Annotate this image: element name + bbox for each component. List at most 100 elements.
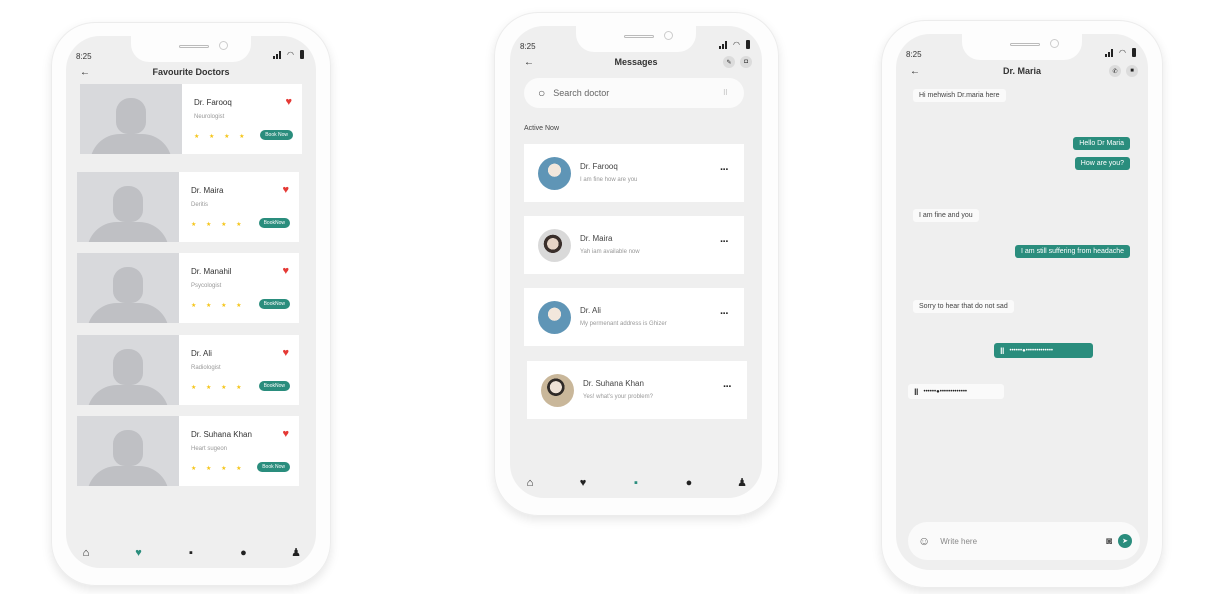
status-time: 8:25 (906, 50, 922, 59)
conversation-item[interactable]: Dr. Maira Yah iam available now ··· (524, 216, 744, 274)
heart-nav-icon[interactable]: ♥ (575, 477, 591, 489)
phone-chat: 8:25 ◠ ← Dr. Maria ✆ ■ Hi mehwish Dr.mar… (881, 20, 1163, 588)
message-composer[interactable]: ☺ Write here ◙ ➤ (908, 522, 1140, 560)
book-now-button[interactable]: Book Now (260, 130, 293, 140)
phone-favourites: 8:25 ◠ ← Favourite Doctors Dr. Farooq Ne… (51, 22, 331, 586)
heart-icon[interactable]: ♥ (282, 184, 289, 196)
more-icon[interactable]: ··· (720, 164, 729, 176)
doctor-photo-placeholder (77, 172, 179, 242)
doctor-photo-placeholder (77, 335, 179, 405)
heart-icon[interactable]: ♥ (282, 347, 289, 359)
emoji-icon[interactable]: ☺ (918, 534, 930, 548)
rating-stars: ★ ★ ★ ★ (191, 385, 246, 391)
waveform: ••••••●••••••••••••• (923, 388, 968, 395)
message-input[interactable]: Write here (940, 537, 1106, 546)
more-icon[interactable]: ··· (720, 308, 729, 320)
doctor-card[interactable]: Dr. Maira Deritis ★ ★ ★ ★ ♥ BookNow (77, 172, 299, 242)
bottom-nav: ⌂ ♥ ▪ ● ♟ (510, 476, 762, 490)
avatar (538, 229, 571, 262)
back-arrow-icon[interactable]: ← (910, 66, 920, 77)
send-icon[interactable]: ➤ (1118, 534, 1132, 548)
profile-icon[interactable]: ♟ (734, 476, 750, 489)
doctor-name: Dr. Manahil (191, 267, 232, 276)
message-bubble-outgoing: Hello Dr Maria (1073, 137, 1130, 150)
page-title: Dr. Maria (1002, 66, 1042, 76)
voice-message-outgoing[interactable]: ‖ ••••••●••••••••••••• (994, 343, 1093, 358)
doctor-specialty: Psycologist (191, 283, 222, 289)
heart-icon[interactable]: ♥ (282, 428, 289, 440)
phone-messages: 8:25 ◠ ← Messages ✎ ◘ ○ Search doctor ⠿ … (494, 12, 779, 516)
pause-icon[interactable]: ‖ (1000, 346, 1004, 356)
wifi-icon: ◠ (1119, 48, 1126, 57)
book-now-button[interactable]: BookNow (258, 381, 290, 391)
home-icon[interactable]: ⌂ (78, 547, 94, 559)
message-bubble-outgoing: I am still suffering from headache (1015, 245, 1130, 258)
book-now-button[interactable]: Book Now (257, 462, 290, 472)
heart-nav-icon[interactable]: ♥ (131, 547, 147, 559)
avatar (538, 301, 571, 334)
doctor-name: Dr. Suhana Khan (191, 430, 252, 439)
status-bar: 8:25 ◠ (896, 34, 1148, 64)
waveform: ••••••●••••••••••••• (1009, 347, 1054, 354)
more-icon[interactable]: ··· (720, 236, 729, 248)
bottom-nav: ⌂ ♥ ▪ ● ♟ (66, 546, 316, 560)
page-title: Favourite Doctors (152, 67, 230, 77)
camera-icon[interactable]: ◘ (740, 56, 752, 68)
signal-icon (719, 41, 728, 49)
doctor-name: Dr. Ali (191, 349, 212, 358)
profile-icon[interactable]: ♟ (288, 546, 304, 559)
message-bubble-incoming: I am fine and you (913, 209, 979, 222)
doctor-specialty: Heart sugeon (191, 446, 228, 452)
phone-call-icon[interactable]: ✆ (1109, 65, 1121, 77)
doctor-specialty: Radiologist (191, 365, 221, 371)
message-preview: Yah iam available now (580, 249, 640, 255)
more-icon[interactable]: ··· (723, 381, 732, 393)
doctor-specialty: Deritis (191, 202, 209, 208)
doctor-card[interactable]: Dr. Manahil Psycologist ★ ★ ★ ★ ♥ BookNo… (77, 253, 299, 323)
heart-icon[interactable]: ♥ (285, 96, 292, 108)
grid-icon[interactable]: ⠿ (723, 89, 728, 97)
chat-icon[interactable]: ▪ (183, 547, 199, 559)
chat-icon[interactable]: ▪ (628, 477, 644, 489)
signal-icon (1105, 49, 1114, 57)
doctor-card[interactable]: Dr. Suhana Khan Heart sugeon ★ ★ ★ ★ ♥ B… (77, 416, 299, 486)
camera-icon[interactable]: ◙ (1106, 536, 1112, 547)
contact-name: Dr. Maira (580, 234, 613, 243)
conversation-item[interactable]: Dr. Suhana Khan Yes! what's your problem… (527, 361, 747, 419)
back-arrow-icon[interactable]: ← (80, 67, 90, 78)
message-bubble-incoming: Sorry to hear that do not sad (913, 300, 1014, 313)
status-time: 8:25 (76, 52, 92, 61)
favourites-screen: 8:25 ◠ ← Favourite Doctors Dr. Farooq Ne… (66, 36, 316, 568)
video-call-icon[interactable]: ■ (1126, 65, 1138, 77)
conversation-item[interactable]: Dr. Ali My permenant address is Ghizer ·… (524, 288, 744, 346)
wifi-icon: ◠ (733, 40, 740, 49)
doctor-card[interactable]: Dr. Ali Radiologist ★ ★ ★ ★ ♥ BookNow (77, 335, 299, 405)
book-now-button[interactable]: BookNow (258, 299, 290, 309)
conversation-item[interactable]: Dr. Farooq I am fine how are you ··· (524, 144, 744, 202)
voice-message-incoming[interactable]: ‖ ••••••●••••••••••••• (908, 384, 1004, 399)
edit-icon[interactable]: ✎ (723, 56, 735, 68)
signal-icon (273, 51, 282, 59)
doctor-photo-placeholder (77, 253, 179, 323)
messenger-icon[interactable]: ● (236, 547, 252, 559)
messenger-icon[interactable]: ● (681, 477, 697, 489)
book-now-button[interactable]: BookNow (258, 218, 290, 228)
message-bubble-outgoing: How are you? (1074, 157, 1130, 170)
chat-screen: 8:25 ◠ ← Dr. Maria ✆ ■ Hi mehwish Dr.mar… (896, 34, 1148, 570)
doctor-specialty: Neurologist (194, 114, 225, 120)
status-time: 8:25 (520, 42, 536, 51)
page-title: Messages (614, 57, 658, 67)
avatar (538, 157, 571, 190)
back-arrow-icon[interactable]: ← (524, 57, 534, 68)
heart-icon[interactable]: ♥ (282, 265, 289, 277)
home-icon[interactable]: ⌂ (522, 477, 538, 489)
rating-stars: ★ ★ ★ ★ (191, 303, 246, 309)
rating-stars: ★ ★ ★ ★ (191, 222, 246, 228)
doctor-photo-placeholder (77, 416, 179, 486)
pause-icon[interactable]: ‖ (914, 387, 918, 397)
battery-icon (746, 40, 750, 49)
message-preview: Yes! what's your problem? (583, 394, 653, 400)
doctor-card[interactable]: Dr. Farooq Neurologist ★ ★ ★ ★ ♥ Book No… (80, 84, 302, 154)
contact-name: Dr. Ali (580, 306, 601, 315)
search-input[interactable]: ○ Search doctor ⠿ (524, 78, 744, 108)
